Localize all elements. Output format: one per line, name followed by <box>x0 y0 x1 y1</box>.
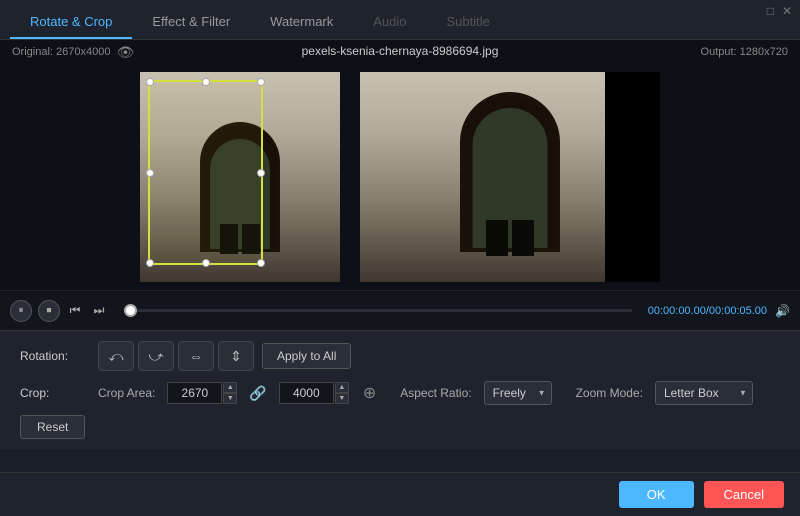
crop-area-label: Crop Area: <box>98 386 155 400</box>
tab-bar: Rotate & Crop Effect & Filter Watermark … <box>0 0 800 40</box>
width-spinners: ▲ ▼ <box>223 382 237 404</box>
volume-icon[interactable]: 🔊 <box>775 304 790 318</box>
height-input-group: ▲ ▼ <box>279 382 349 404</box>
stop-button[interactable]: ⏹ <box>38 300 60 322</box>
flip-horizontal-button[interactable]: ⇔ <box>178 341 214 371</box>
original-info: Original: 2670x4000 👁 <box>12 44 134 61</box>
link-icon: 🔗 <box>249 385 266 402</box>
crop-handle-tl[interactable] <box>146 78 154 86</box>
timeline-controls: ⏸ ⏹ ⏮ ⏭ <box>10 300 108 322</box>
timeline-bar: ⏸ ⏹ ⏮ ⏭ 00:00:00.00/00:00:05.00 🔊 <box>0 290 800 330</box>
rotate-left-button[interactable]: ⤺ <box>98 341 134 371</box>
preview-left <box>140 72 340 282</box>
minimize-button[interactable]: □ <box>767 4 774 18</box>
crop-row: Crop: Crop Area: ▲ ▼ 🔗 ▲ ▼ ⊕ Aspect Rati… <box>20 381 780 405</box>
crop-handle-tr[interactable] <box>257 78 265 86</box>
chair-right-1 <box>486 220 508 256</box>
ok-button[interactable]: OK <box>619 481 694 508</box>
original-label: Original: 2670x4000 <box>12 46 110 58</box>
reset-button[interactable]: Reset <box>20 415 85 439</box>
crosshair-icon: ⊕ <box>363 383 376 403</box>
crop-width-input[interactable] <box>167 382 222 404</box>
crop-handle-mr[interactable] <box>257 169 265 177</box>
width-down-button[interactable]: ▼ <box>223 393 237 404</box>
zoom-mode-dropdown[interactable]: Letter Box Pan & Scan Full <box>655 381 753 405</box>
crop-handle-bc[interactable] <box>202 259 210 267</box>
aspect-label: Aspect Ratio: <box>400 386 471 400</box>
chairs-right <box>480 216 540 256</box>
rotate-right-button[interactable]: ⤻ <box>138 341 174 371</box>
prev-frame-button[interactable]: ⏮ <box>66 302 84 320</box>
eye-icon[interactable]: 👁 <box>116 44 134 61</box>
rotation-label: Rotation: <box>20 349 90 363</box>
crop-box[interactable] <box>148 80 263 265</box>
bottom-bar: OK Cancel <box>0 472 800 516</box>
crop-label: Crop: <box>20 386 90 400</box>
preview-right <box>360 72 660 282</box>
tab-watermark[interactable]: Watermark <box>250 6 353 39</box>
crop-handle-bl[interactable] <box>146 259 154 267</box>
rotation-row: Rotation: ⤺ ⤻ ⇔ ⇕ Apply to All <box>20 341 780 371</box>
width-up-button[interactable]: ▲ <box>223 382 237 393</box>
canvas-area <box>0 64 800 290</box>
aspect-ratio-dropdown[interactable]: Freely 16:9 4:3 1:1 9:16 <box>484 381 552 405</box>
crop-handle-br[interactable] <box>257 259 265 267</box>
scrubber-track[interactable] <box>124 309 632 312</box>
height-spinners: ▲ ▼ <box>335 382 349 404</box>
flip-vertical-button[interactable]: ⇕ <box>218 341 254 371</box>
reset-row: Reset <box>20 415 780 439</box>
play-pause-button[interactable]: ⏸ <box>10 300 32 322</box>
window-controls: □ ✕ <box>767 4 792 18</box>
time-display: 00:00:00.00/00:00:05.00 <box>648 305 767 317</box>
tab-subtitle: Subtitle <box>427 6 510 39</box>
preview-info-bar: Original: 2670x4000 👁 pexels-ksenia-cher… <box>0 40 800 64</box>
controls-section: Rotation: ⤺ ⤻ ⇔ ⇕ Apply to All Crop: Cro… <box>0 330 800 449</box>
aspect-ratio-dropdown-wrap: Freely 16:9 4:3 1:1 9:16 <box>484 381 552 405</box>
cancel-button[interactable]: Cancel <box>704 481 784 508</box>
width-input-group: ▲ ▼ <box>167 382 237 404</box>
scrubber-thumb[interactable] <box>124 304 137 317</box>
apply-to-all-button[interactable]: Apply to All <box>262 343 351 369</box>
preview-area: Original: 2670x4000 👁 pexels-ksenia-cher… <box>0 40 800 330</box>
crop-handle-tc[interactable] <box>202 78 210 86</box>
height-up-button[interactable]: ▲ <box>335 382 349 393</box>
zoom-label: Zoom Mode: <box>576 386 643 400</box>
crop-height-input[interactable] <box>279 382 334 404</box>
chair-right-2 <box>512 220 534 256</box>
close-button[interactable]: ✕ <box>782 4 792 18</box>
output-label: Output: 1280x720 <box>701 46 788 58</box>
tab-audio: Audio <box>353 6 426 39</box>
next-frame-button[interactable]: ⏭ <box>90 302 108 320</box>
zoom-mode-dropdown-wrap: Letter Box Pan & Scan Full <box>655 381 753 405</box>
tab-effect-filter[interactable]: Effect & Filter <box>132 6 250 39</box>
tab-rotate-crop[interactable]: Rotate & Crop <box>10 6 132 39</box>
black-right-bar <box>605 72 660 282</box>
rotation-buttons: ⤺ ⤻ ⇔ ⇕ <box>98 341 254 371</box>
preview-filename: pexels-ksenia-chernaya-8986694.jpg <box>302 44 499 58</box>
height-down-button[interactable]: ▼ <box>335 393 349 404</box>
crop-handle-ml[interactable] <box>146 169 154 177</box>
